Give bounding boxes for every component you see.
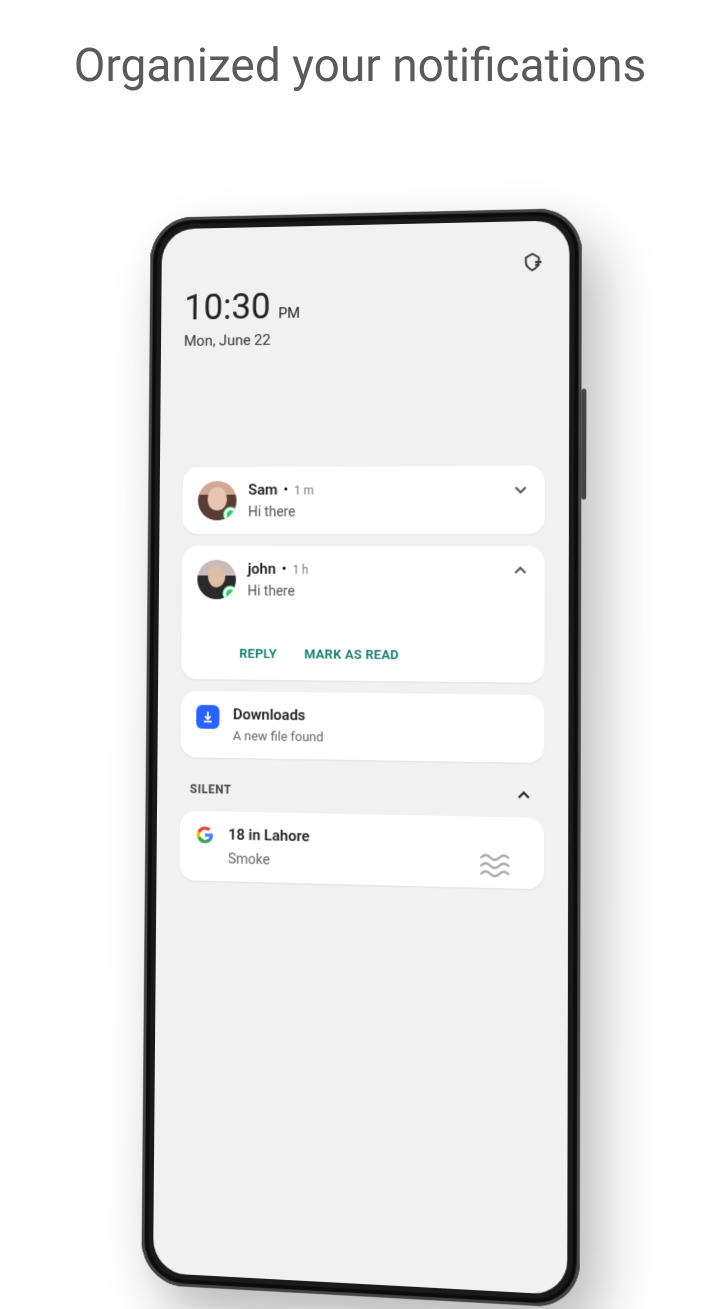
- phone-mockup: 10:30 PM Mon, June 22: [141, 208, 582, 1308]
- weather-condition: Smoke: [228, 851, 309, 869]
- avatar: [198, 481, 237, 520]
- message-preview: Hi there: [248, 504, 529, 520]
- chevron-up-icon[interactable]: [510, 560, 530, 580]
- page-headline: Organized your notifications: [0, 0, 720, 117]
- notification-chat-john[interactable]: john • 1 h Hi there REPLY: [181, 546, 544, 683]
- notification-download[interactable]: Downloads A new file found: [181, 691, 545, 763]
- sender-name: Sam: [248, 481, 277, 499]
- reply-button[interactable]: REPLY: [239, 647, 277, 662]
- download-title: Downloads: [233, 705, 324, 724]
- weather-title: 18 in Lahore: [228, 826, 309, 846]
- download-icon: [196, 705, 219, 729]
- message-time: 1 h: [292, 563, 308, 577]
- message-time: 1 m: [294, 484, 314, 498]
- chevron-down-icon[interactable]: [511, 480, 531, 500]
- sender-name: john: [248, 560, 276, 578]
- google-g-icon: [195, 825, 214, 845]
- download-subtitle: A new file found: [233, 729, 324, 745]
- clock-date: Mon, June 22: [184, 327, 545, 350]
- whatsapp-badge-icon: [222, 585, 236, 599]
- silent-section-header[interactable]: SILENT: [180, 773, 544, 806]
- notification-chat-sam[interactable]: Sam • 1 m Hi there: [182, 466, 545, 535]
- clock-time: 10:30: [184, 286, 271, 329]
- settings-icon[interactable]: [521, 251, 543, 273]
- notification-weather[interactable]: 18 in Lahore Smoke: [180, 811, 544, 890]
- whatsapp-badge-icon: [223, 507, 237, 521]
- chevron-up-icon[interactable]: [514, 785, 534, 806]
- fog-icon: [479, 849, 519, 887]
- clock: 10:30 PM: [184, 281, 545, 328]
- avatar: [197, 560, 236, 600]
- mark-read-button[interactable]: MARK AS READ: [304, 647, 399, 663]
- message-preview: Hi there: [247, 584, 528, 601]
- phone-side-button: [581, 389, 586, 500]
